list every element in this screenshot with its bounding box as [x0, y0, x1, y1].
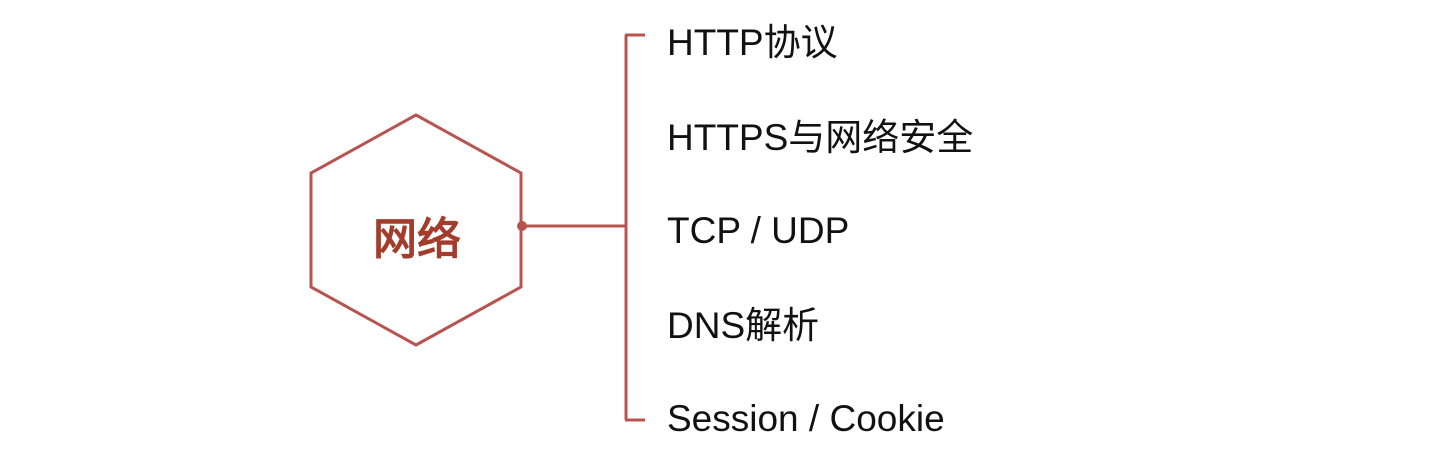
branch-item-https-security: HTTPS与网络安全: [667, 117, 973, 158]
connector: [517, 221, 625, 231]
branch-item-tcp-udp: TCP / UDP: [667, 210, 849, 251]
connector-dot: [517, 221, 527, 231]
mind-map-diagram: 网络 HTTP协议 HTTPS与网络安全 TCP / UDP DNS解析 Ses…: [309, 22, 973, 439]
branch-list: HTTP协议 HTTPS与网络安全 TCP / UDP DNS解析 Sessio…: [667, 22, 973, 439]
branch-item-dns: DNS解析: [667, 305, 819, 346]
center-node-label: 网络: [373, 214, 461, 265]
branch-item-http: HTTP协议: [667, 22, 838, 63]
bracket: [624, 33, 645, 422]
branch-item-session-cookie: Session / Cookie: [667, 398, 945, 439]
center-node: 网络: [309, 113, 523, 347]
